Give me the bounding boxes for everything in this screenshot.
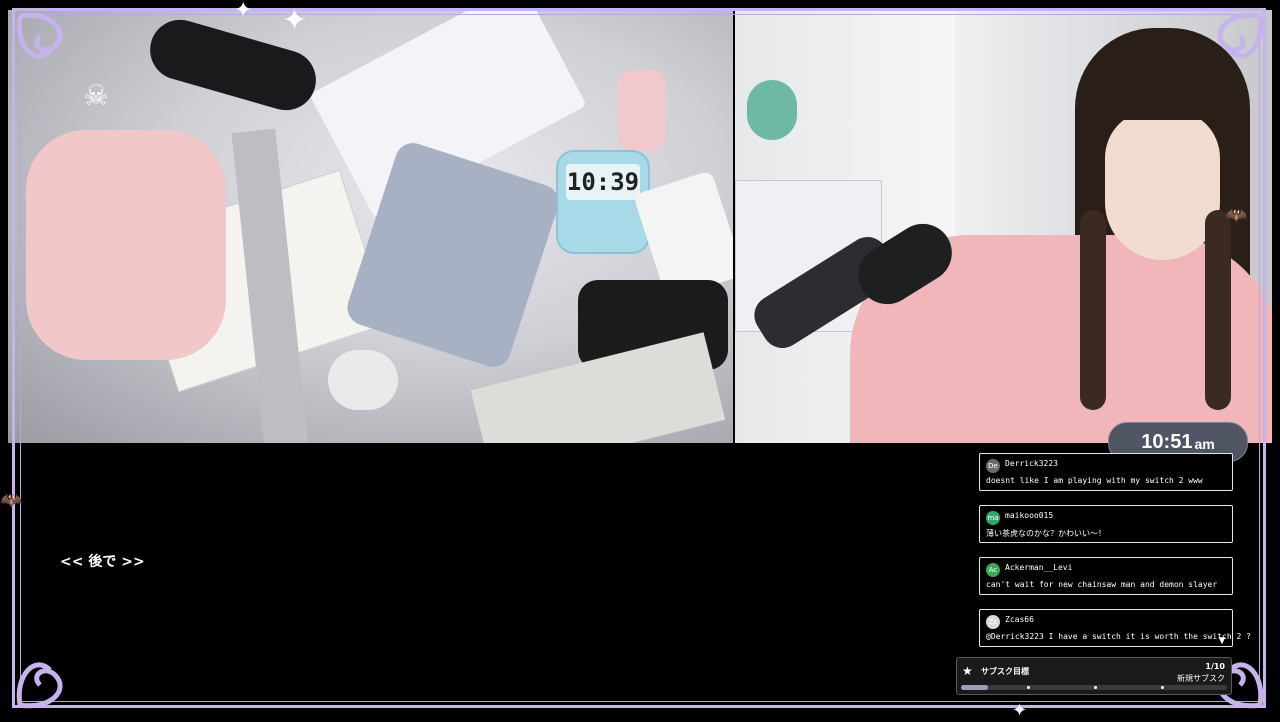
chat-username: maikooo015 (1005, 511, 1054, 520)
chat-text: can't wait for new chainsaw man and demo… (986, 580, 1218, 589)
avatar: De (986, 459, 1000, 473)
chat-text: @Derrick3223 I have a switch it is worth… (986, 632, 1251, 641)
avatar: Zc (986, 615, 1000, 629)
progress-marker (1161, 686, 1164, 689)
clock-time: 10:51 (1141, 430, 1193, 453)
chat-text: doesnt like I am playing with my switch … (986, 476, 1203, 485)
arm (26, 130, 226, 360)
desk-camera-feed: 10:39 (8, 10, 733, 443)
subgoal-sublabel: 新規サブスク (1177, 674, 1225, 683)
chat-username: Zcas66 (1005, 615, 1034, 624)
subgoal-count: 1/10 (1205, 662, 1225, 671)
chat-username: Ackerman__Levi (1005, 563, 1073, 572)
subgoal-progress-fill (961, 685, 988, 690)
face-camera-feed (735, 10, 1272, 443)
avatar: ma (986, 511, 1000, 525)
bat-icon: 🦇 (1225, 205, 1248, 226)
chat-message: Zc Zcas66 @Derrick3223 I have a switch it … (979, 609, 1251, 647)
chat-message: De Derrick3223 doesnt like I am playing wi… (979, 453, 1233, 491)
corner-ornament-bottom-left (16, 662, 63, 709)
star-icon: ★ (962, 664, 973, 678)
chat-message: ma maikooo015 薄い茶虎なのかな？かわいい～！ (979, 505, 1233, 543)
mouse (328, 350, 398, 410)
sparkle-icon: ✦ (1012, 700, 1028, 721)
chat-message: Ac Ackerman__Levi can't wait for new chain… (979, 557, 1233, 595)
avatar: Ac (986, 563, 1000, 577)
progress-marker (1027, 686, 1030, 689)
braid-left (1080, 210, 1106, 410)
chevron-down-icon[interactable]: ▼ (1216, 636, 1228, 646)
chat-text: 薄い茶虎なのかな？かわいい～！ (986, 529, 1106, 538)
subgoal-label: サブスク目標 (981, 667, 1029, 676)
subscription-goal: ★ サブスク目標 1/10 新規サブスク (956, 657, 1232, 695)
bat-icon: 🦇 (0, 490, 23, 511)
chat-username: Derrick3223 (1005, 459, 1058, 468)
pink-device (618, 70, 666, 150)
later-label: << 後で >> (60, 554, 145, 570)
timer-display: 10:39 (566, 164, 640, 200)
braid-right (1205, 210, 1231, 410)
face (1105, 110, 1220, 260)
sparkle-icon: ✦ (234, 0, 253, 23)
skull-icon: ☠ (83, 79, 109, 112)
plush-toy (747, 80, 797, 140)
clock-ampm: am (1194, 436, 1215, 452)
subgoal-progress-track (961, 685, 1227, 690)
progress-marker (1094, 686, 1097, 689)
sparkle-icon: ✦ (282, 3, 308, 38)
